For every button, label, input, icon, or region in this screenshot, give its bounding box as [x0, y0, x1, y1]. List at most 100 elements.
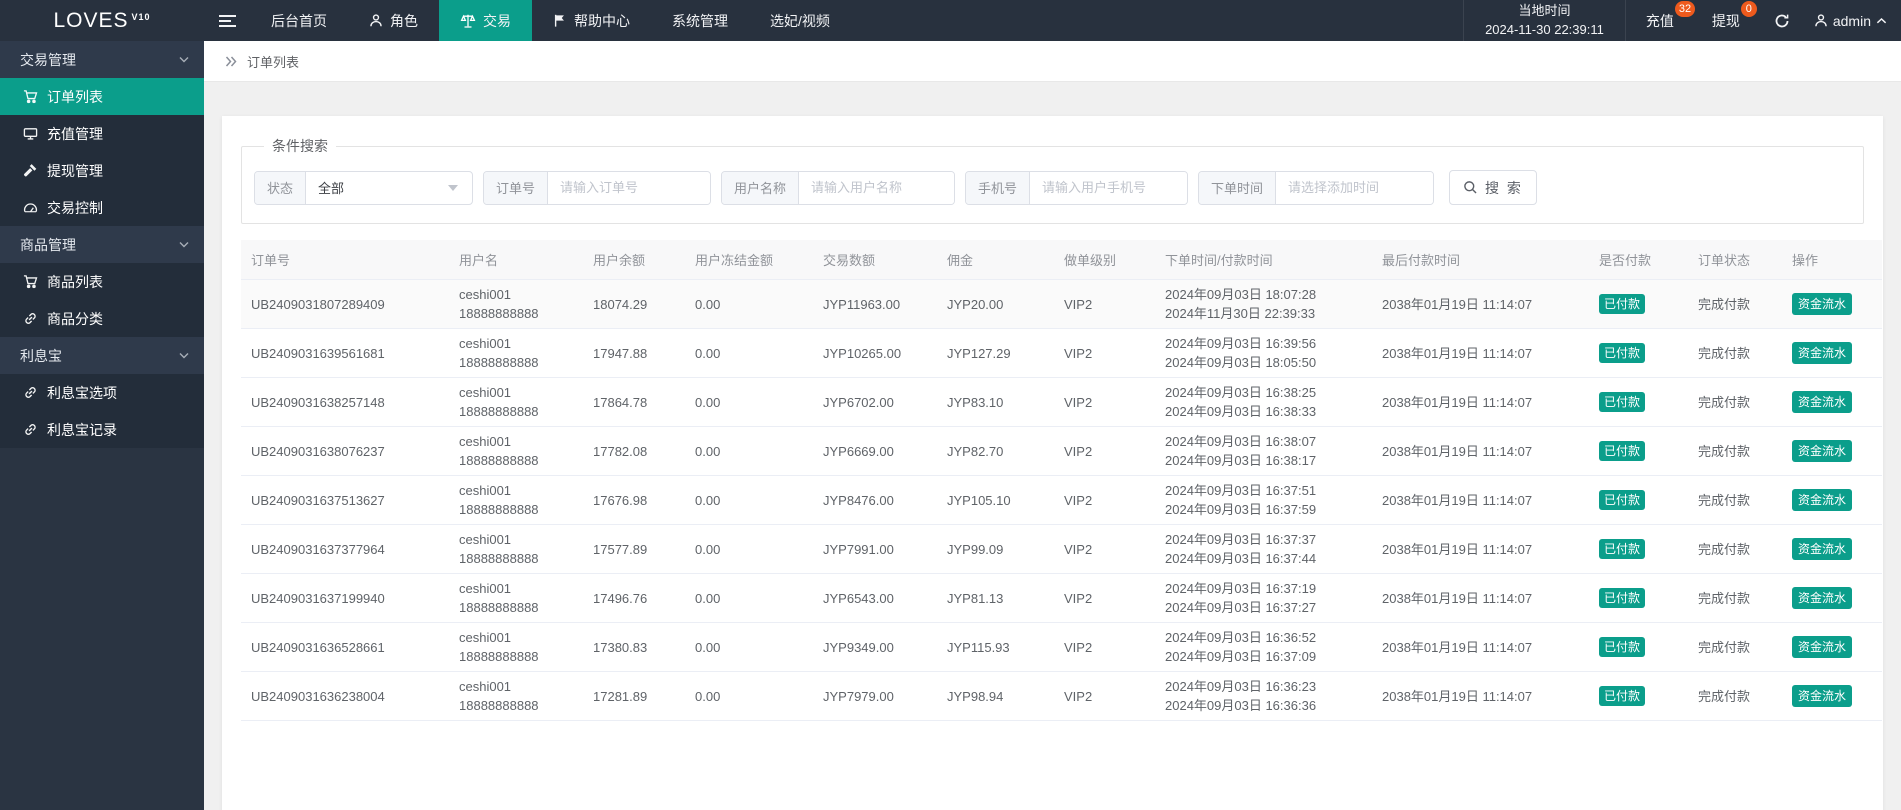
nav-item-roles[interactable]: 角色: [348, 0, 439, 41]
fund-flow-button[interactable]: 资金流水: [1792, 636, 1853, 658]
paid-badge: 已付款: [1599, 686, 1646, 706]
cell-action: 资金流水: [1782, 279, 1882, 329]
cell-order-no: UB2409031807289409: [241, 279, 449, 329]
table-row: UB2409031637513627 ceshi001 18888888888 …: [241, 475, 1882, 525]
col-header-amount: 交易数额: [813, 240, 937, 280]
sidebar-item-withdraw-management[interactable]: 提现管理: [0, 152, 204, 189]
table-row: UB2409031638257148 ceshi001 18888888888 …: [241, 377, 1882, 427]
cell-order-no: UB2409031637199940: [241, 573, 449, 623]
topbar-right: 当地时间 2024-11-30 22:39:11 充值 32 提现 0 admi…: [1463, 0, 1901, 41]
cell-order-time: 2024年09月03日 16:36:52 2024年09月03日 16:37:0…: [1155, 622, 1372, 672]
username-value: ceshi001: [459, 434, 512, 449]
cell-balance: 17864.78: [583, 377, 685, 427]
withdraw-label: 提现: [1711, 12, 1740, 29]
col-header-level: 做单级别: [1054, 240, 1155, 280]
order-time-value: 2024年09月03日 18:07:28: [1165, 287, 1317, 302]
cell-paid: 已付款: [1589, 622, 1688, 672]
nav-item-trade[interactable]: 交易: [439, 0, 532, 41]
recharge-notify[interactable]: 充值 32: [1645, 0, 1696, 31]
fund-flow-button[interactable]: 资金流水: [1792, 342, 1853, 364]
cell-username: ceshi001 18888888888: [449, 671, 583, 721]
cell-status: 完成付款: [1688, 573, 1782, 623]
status-selected-value: 全部: [318, 181, 345, 196]
withdraw-count-badge: 0: [1740, 0, 1757, 17]
cell-order-no: UB2409031639561681: [241, 328, 449, 378]
cell-status: 完成付款: [1688, 475, 1782, 525]
nav-item-dashboard[interactable]: 后台首页: [250, 0, 348, 41]
nav-label: 后台首页: [271, 12, 327, 29]
sidebar-group-trade-management[interactable]: 交易管理: [0, 41, 204, 78]
cell-amount: JYP7979.00: [813, 671, 937, 721]
cell-frozen: 0.00: [685, 279, 813, 329]
order-time-value: 2024年09月03日 16:38:25: [1165, 385, 1317, 400]
user-menu[interactable]: admin: [1814, 13, 1887, 29]
phone-value: 18888888888: [459, 404, 539, 419]
cell-action: 资金流水: [1782, 426, 1882, 476]
cell-frozen: 0.00: [685, 377, 813, 427]
cart-icon: [23, 274, 38, 289]
nav-item-system[interactable]: 系统管理: [651, 0, 749, 41]
sidebar-item-order-list[interactable]: 订单列表: [0, 78, 204, 115]
sidebar-item-product-list[interactable]: 商品列表: [0, 263, 204, 300]
fund-flow-button[interactable]: 资金流水: [1792, 685, 1853, 707]
nav-item-help-center[interactable]: 帮助中心: [532, 0, 651, 41]
username-input[interactable]: [799, 171, 954, 204]
nav-item-video[interactable]: 选妃/视频: [749, 0, 851, 41]
order-time-input[interactable]: [1276, 171, 1433, 204]
cell-frozen: 0.00: [685, 328, 813, 378]
sidebar-group-interest-treasure[interactable]: 利息宝: [0, 337, 204, 374]
withdraw-notify[interactable]: 提现 0: [1711, 0, 1757, 31]
cell-level: VIP2: [1054, 573, 1155, 623]
table-row: UB2409031637199940 ceshi001 18888888888 …: [241, 573, 1882, 623]
sidebar-group-product-management[interactable]: 商品管理: [0, 226, 204, 263]
recharge-label: 充值: [1645, 12, 1674, 29]
cell-last-pay-time: 2038年01月19日 11:14:07: [1372, 328, 1589, 378]
cell-commission: JYP127.29: [937, 328, 1054, 378]
fund-flow-button[interactable]: 资金流水: [1792, 391, 1853, 413]
col-header-frozen: 用户冻结金额: [685, 240, 813, 280]
refresh-icon[interactable]: [1774, 13, 1790, 29]
breadcrumb-current: 订单列表: [247, 54, 300, 70]
order-time-value: 2024年09月03日 16:36:52: [1165, 630, 1317, 645]
fund-flow-button[interactable]: 资金流水: [1792, 293, 1853, 315]
cell-commission: JYP115.93: [937, 622, 1054, 672]
fund-flow-button[interactable]: 资金流水: [1792, 440, 1853, 462]
cell-status: 完成付款: [1688, 524, 1782, 574]
cell-paid: 已付款: [1589, 475, 1688, 525]
fund-flow-button[interactable]: 资金流水: [1792, 538, 1853, 560]
sidebar-item-interest-options[interactable]: 利息宝选项: [0, 374, 204, 411]
cell-balance: 17676.98: [583, 475, 685, 525]
pay-time-value: 2024年11月30日 22:39:33: [1165, 306, 1316, 321]
sidebar-item-product-category[interactable]: 商品分类: [0, 300, 204, 337]
status-select[interactable]: 全部: [306, 172, 470, 204]
nav-label: 交易: [483, 12, 511, 29]
order-time-value: 2024年09月03日 16:39:56: [1165, 336, 1317, 351]
order-no-filter-group: 订单号: [483, 170, 711, 205]
cell-amount: JYP8476.00: [813, 475, 937, 525]
username-value: ceshi001: [459, 532, 512, 547]
search-icon: [1463, 180, 1478, 195]
order-no-input[interactable]: [548, 171, 710, 204]
phone-input[interactable]: [1030, 171, 1187, 204]
breadcrumb: 订单列表: [204, 41, 1901, 82]
app-logo: LOVES V10: [0, 0, 204, 41]
cell-balance: 17380.83: [583, 622, 685, 672]
cell-paid: 已付款: [1589, 573, 1688, 623]
col-header-order-time: 下单时间/付款时间: [1155, 240, 1372, 280]
fund-flow-button[interactable]: 资金流水: [1792, 587, 1853, 609]
sidebar-item-interest-records[interactable]: 利息宝记录: [0, 411, 204, 448]
phone-value: 18888888888: [459, 600, 539, 615]
status-filter-group: 状态 全部: [254, 170, 473, 205]
search-button[interactable]: 搜 索: [1449, 170, 1537, 205]
cell-status: 完成付款: [1688, 671, 1782, 721]
table-row: UB2409031637377964 ceshi001 18888888888 …: [241, 524, 1882, 574]
paid-badge: 已付款: [1599, 588, 1646, 608]
sidebar-group-label: 商品管理: [20, 236, 76, 253]
fund-flow-button[interactable]: 资金流水: [1792, 489, 1853, 511]
username-value: ceshi001: [459, 630, 512, 645]
pay-time-value: 2024年09月03日 18:05:50: [1165, 355, 1317, 370]
sidebar-item-recharge-management[interactable]: 充值管理: [0, 115, 204, 152]
sidebar-item-trade-control[interactable]: 交易控制: [0, 189, 204, 226]
cell-level: VIP2: [1054, 524, 1155, 574]
hamburger-icon[interactable]: [204, 0, 250, 41]
